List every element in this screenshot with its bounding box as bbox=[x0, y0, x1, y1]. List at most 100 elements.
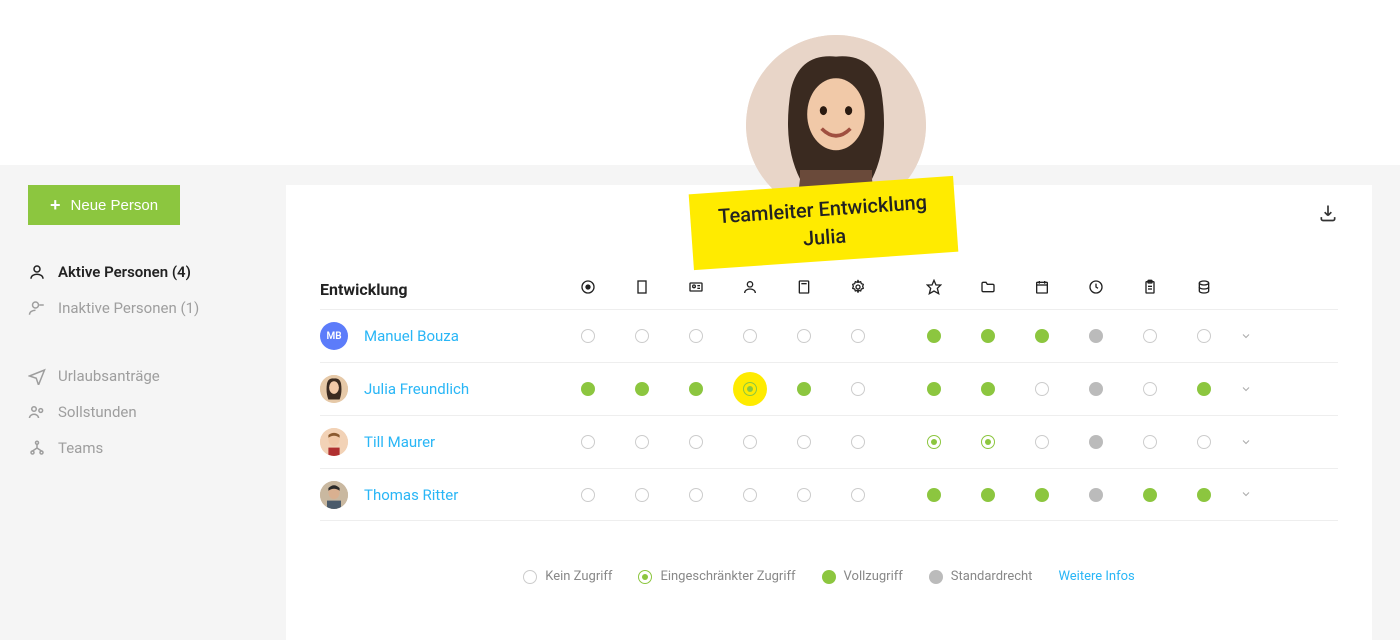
permission-dot[interactable] bbox=[1088, 328, 1104, 344]
new-person-label: Neue Person bbox=[71, 197, 159, 214]
sidebar-item-inactive-persons[interactable]: Inaktive Personen (1) bbox=[28, 299, 258, 317]
legend-full: Vollzugriff bbox=[822, 569, 903, 584]
permission-dot[interactable] bbox=[1034, 487, 1050, 503]
sidebar-item-hours[interactable]: Sollstunden bbox=[28, 403, 258, 421]
person-icon bbox=[28, 263, 46, 281]
legend-none: Kein Zugriff bbox=[523, 569, 612, 584]
sidebar-item-active-persons[interactable]: Aktive Personen (4) bbox=[28, 263, 258, 281]
permission-dot[interactable] bbox=[1196, 434, 1212, 450]
permission-dot[interactable] bbox=[980, 328, 996, 344]
plane-icon bbox=[28, 367, 46, 385]
permission-dot[interactable] bbox=[580, 487, 596, 503]
person-off-icon bbox=[28, 299, 46, 317]
permission-dot[interactable] bbox=[742, 434, 758, 450]
person-name-link[interactable]: Manuel Bouza bbox=[364, 327, 459, 345]
avatar[interactable] bbox=[320, 481, 348, 509]
permission-dot[interactable] bbox=[1088, 381, 1104, 397]
clipboard-icon bbox=[1142, 279, 1158, 299]
group-title: Entwicklung bbox=[320, 280, 580, 299]
permission-dot[interactable] bbox=[1196, 328, 1212, 344]
calendar-icon bbox=[1034, 279, 1050, 299]
permission-dot[interactable] bbox=[796, 487, 812, 503]
person-name-link[interactable]: Till Maurer bbox=[364, 433, 435, 451]
table-header: Entwicklung bbox=[320, 279, 1338, 299]
people-icon bbox=[28, 403, 46, 421]
permission-dot[interactable] bbox=[796, 328, 812, 344]
permission-dot[interactable] bbox=[580, 328, 596, 344]
permission-dot[interactable] bbox=[580, 434, 596, 450]
permission-dot[interactable] bbox=[742, 487, 758, 503]
sidebar-item-teams[interactable]: Teams bbox=[28, 439, 258, 457]
permission-dot[interactable] bbox=[688, 487, 704, 503]
callout-label: Teamleiter Entwicklung Julia bbox=[689, 176, 959, 270]
idcard-icon bbox=[688, 279, 704, 299]
person-name-link[interactable]: Julia Freundlich bbox=[364, 380, 469, 398]
permission-dot[interactable] bbox=[1142, 328, 1158, 344]
permission-dot[interactable] bbox=[850, 487, 866, 503]
chevron-down-icon[interactable] bbox=[1240, 433, 1252, 452]
permission-dot[interactable] bbox=[634, 434, 650, 450]
avatar[interactable] bbox=[320, 428, 348, 456]
permission-dot[interactable] bbox=[1142, 434, 1158, 450]
table-row: Till Maurer bbox=[320, 415, 1338, 468]
calc-icon bbox=[796, 279, 812, 299]
legend: Kein Zugriff Eingeschränkter Zugriff Vol… bbox=[320, 569, 1338, 584]
legend-more-link[interactable]: Weitere Infos bbox=[1058, 569, 1134, 584]
permission-dot[interactable] bbox=[1142, 487, 1158, 503]
target-icon bbox=[580, 279, 596, 299]
sidebar: + Neue Person Aktive Personen (4) Inakti… bbox=[0, 165, 286, 640]
download-icon[interactable] bbox=[1318, 203, 1338, 227]
permission-dot[interactable] bbox=[1034, 328, 1050, 344]
org-icon bbox=[28, 439, 46, 457]
main-panel: Teamleiter Entwicklung Julia Entwicklung… bbox=[286, 185, 1372, 640]
permission-dot[interactable] bbox=[796, 381, 812, 397]
permission-dot[interactable] bbox=[688, 328, 704, 344]
permission-dot[interactable] bbox=[688, 434, 704, 450]
permission-dot[interactable] bbox=[1034, 381, 1050, 397]
permission-dot[interactable] bbox=[980, 487, 996, 503]
chevron-down-icon[interactable] bbox=[1240, 327, 1252, 346]
table-row: Julia Freundlich bbox=[320, 362, 1338, 415]
permission-dot[interactable] bbox=[926, 381, 942, 397]
permission-dot[interactable] bbox=[688, 381, 704, 397]
sidebar-item-vacation[interactable]: Urlaubsanträge bbox=[28, 367, 258, 385]
permission-dot[interactable] bbox=[634, 328, 650, 344]
permission-dot[interactable] bbox=[926, 487, 942, 503]
star-icon bbox=[926, 279, 942, 299]
permission-dot[interactable] bbox=[850, 434, 866, 450]
permission-dot[interactable] bbox=[1142, 381, 1158, 397]
permission-dot[interactable] bbox=[980, 434, 996, 450]
permission-dot[interactable] bbox=[980, 381, 996, 397]
chevron-down-icon[interactable] bbox=[1240, 380, 1252, 399]
permission-dot[interactable] bbox=[634, 487, 650, 503]
permission-dot[interactable] bbox=[796, 434, 812, 450]
plus-icon: + bbox=[50, 196, 61, 214]
table-row: Thomas Ritter bbox=[320, 468, 1338, 521]
person-icon bbox=[742, 279, 758, 299]
permission-dot[interactable] bbox=[634, 381, 650, 397]
permission-dot[interactable] bbox=[1196, 381, 1212, 397]
db-icon bbox=[1196, 279, 1212, 299]
clock-icon bbox=[1088, 279, 1104, 299]
chevron-down-icon[interactable] bbox=[1240, 485, 1252, 504]
avatar[interactable] bbox=[320, 375, 348, 403]
legend-default: Standardrecht bbox=[929, 569, 1033, 584]
permission-dot[interactable] bbox=[926, 328, 942, 344]
permission-dot[interactable] bbox=[850, 328, 866, 344]
permission-dot[interactable] bbox=[580, 381, 596, 397]
permission-dot[interactable] bbox=[1196, 487, 1212, 503]
legend-limited: Eingeschränkter Zugriff bbox=[638, 569, 795, 584]
avatar[interactable]: MB bbox=[320, 322, 348, 350]
new-person-button[interactable]: + Neue Person bbox=[28, 185, 180, 225]
person-name-link[interactable]: Thomas Ritter bbox=[364, 486, 458, 504]
permission-dot[interactable] bbox=[1088, 434, 1104, 450]
permission-dot[interactable] bbox=[850, 381, 866, 397]
permission-dot[interactable] bbox=[1088, 487, 1104, 503]
permission-dot[interactable] bbox=[1034, 434, 1050, 450]
permission-dot[interactable] bbox=[742, 381, 758, 397]
table-row: MB Manuel Bouza bbox=[320, 309, 1338, 362]
permission-dot[interactable] bbox=[926, 434, 942, 450]
permission-dot[interactable] bbox=[742, 328, 758, 344]
gear-icon bbox=[850, 279, 866, 299]
building-icon bbox=[634, 279, 650, 299]
